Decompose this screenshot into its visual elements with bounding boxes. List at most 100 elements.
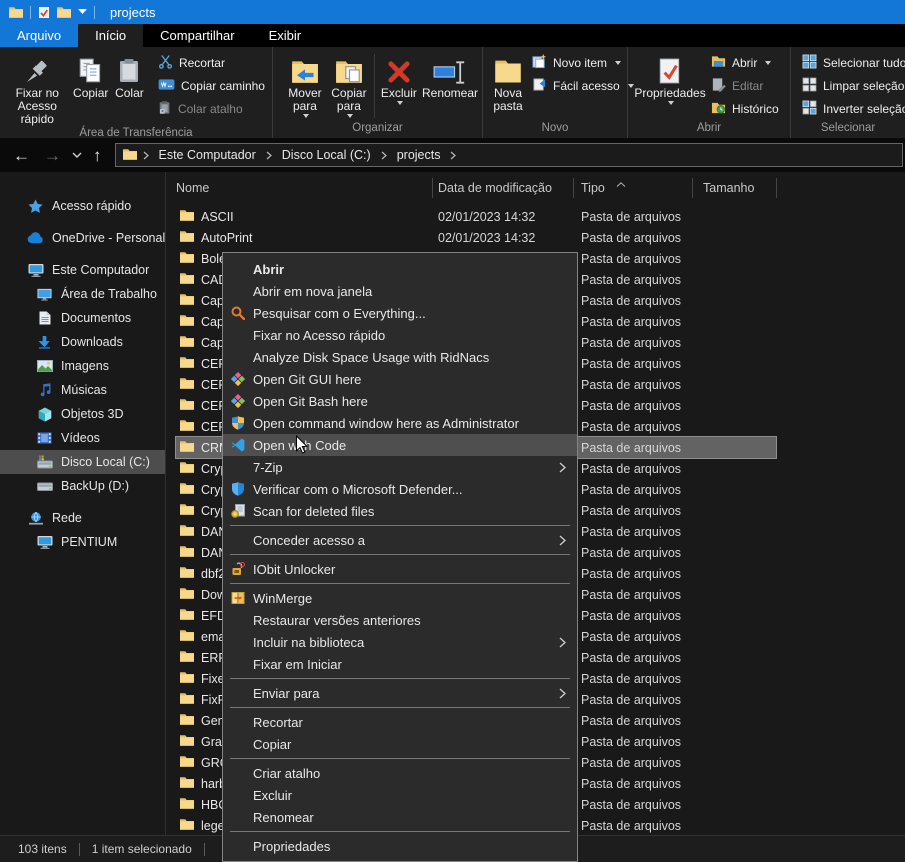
tab-compartilhar[interactable]: Compartilhar [143, 24, 251, 47]
context-menu-item[interactable]: Restaurar versões anteriores [223, 609, 577, 631]
cut-button[interactable]: Recortar [153, 51, 270, 74]
context-menu-item[interactable]: Scan for deleted files [223, 500, 577, 522]
sidebar-item[interactable]: BackUp (D:) [0, 474, 165, 498]
sidebar-item-label: BackUp (D:) [61, 479, 129, 493]
sidebar-item[interactable]: Área de Trabalho [0, 282, 165, 306]
context-menu-item[interactable]: Open Git Bash here [223, 390, 577, 412]
context-menu-item[interactable]: Analyze Disk Space Usage with RidNacs [223, 346, 577, 368]
context-menu-item[interactable]: Recortar [223, 711, 577, 733]
sidebar-item[interactable]: Vídeos [0, 426, 165, 450]
copy-to-button[interactable]: Copiar para [327, 50, 371, 119]
context-menu-item[interactable]: Excluir [223, 784, 577, 806]
file-row[interactable]: ASCII02/01/2023 14:32Pasta de arquivos [176, 206, 776, 227]
file-type: Pasta de arquivos [581, 500, 681, 521]
tab-arquivo[interactable]: Arquivo [0, 24, 78, 47]
context-menu-item[interactable]: Fixar em Iniciar [223, 653, 577, 675]
easy-access-icon [532, 77, 547, 95]
breadcrumb-chevron-icon[interactable] [448, 151, 458, 160]
invert-selection-button[interactable]: Inverter seleção [797, 97, 905, 120]
context-menu-item[interactable]: IObit Unlocker [223, 558, 577, 580]
clear-selection-button[interactable]: Limpar seleção [797, 74, 905, 97]
rename-button[interactable]: Renomear [420, 50, 480, 101]
sidebar-item[interactable]: OneDrive - Personal [0, 226, 165, 250]
sidebar-item[interactable]: Disco Local (C:) [0, 450, 165, 474]
easy-access-button[interactable]: Fácil acesso [527, 74, 639, 97]
copy-path-button[interactable]: Copiar caminho [153, 74, 270, 97]
context-menu-item[interactable]: Pesquisar com o Everything... [223, 302, 577, 324]
context-menu-item[interactable]: Conceder acesso a [223, 529, 577, 551]
breadcrumb-chevron-icon[interactable] [264, 151, 274, 160]
sidebar-item[interactable]: Músicas [0, 378, 165, 402]
move-to-icon [290, 51, 320, 87]
context-menu-item-label: Renomear [253, 810, 314, 825]
context-menu-item[interactable]: Enviar para [223, 682, 577, 704]
column-separator[interactable] [776, 178, 777, 198]
recent-locations-dropdown-icon[interactable] [68, 152, 86, 158]
context-menu-item[interactable]: Copiar [223, 733, 577, 755]
context-menu-item[interactable]: Propriedades [223, 835, 577, 857]
sidebar-item[interactable]: Este Computador [0, 258, 165, 282]
context-menu-item[interactable]: Abrir [223, 258, 577, 280]
file-row[interactable]: AutoPrint02/01/2023 14:32Pasta de arquiv… [176, 227, 776, 248]
context-menu-item[interactable]: Open command window here as Administrato… [223, 412, 577, 434]
dropdown-caret-icon [347, 114, 353, 118]
column-header-nome[interactable]: Nome [176, 181, 209, 195]
column-separator[interactable] [432, 178, 433, 198]
context-menu-item[interactable]: Open Git GUI here [223, 368, 577, 390]
up-button[interactable]: ↑ [86, 147, 109, 164]
new-item-button[interactable]: Novo item [527, 51, 639, 74]
paste-shortcut-button[interactable]: Colar atalho [153, 97, 270, 120]
sidebar-item[interactable]: Downloads [0, 330, 165, 354]
column-header-data[interactable]: Data de modificação [438, 181, 552, 195]
open-button[interactable]: Abrir [706, 51, 784, 74]
git-icon [230, 371, 246, 387]
paste-button[interactable]: Colar [111, 50, 148, 101]
address-input[interactable]: Este Computador Disco Local (C:) project… [115, 143, 904, 167]
move-to-button[interactable]: Mover para [283, 50, 327, 119]
back-button[interactable]: ← [6, 147, 37, 164]
column-separator[interactable] [573, 178, 574, 198]
tab-exibir[interactable]: Exibir [252, 24, 319, 47]
tab-inicio[interactable]: Início [78, 24, 143, 47]
delete-button[interactable]: Excluir [378, 50, 420, 106]
context-menu-item[interactable]: Abrir em nova janela [223, 280, 577, 302]
file-type: Pasta de arquivos [581, 710, 681, 731]
properties-quick-icon[interactable] [38, 6, 50, 19]
sidebar-item[interactable]: Imagens [0, 354, 165, 378]
context-menu-item[interactable]: Open with Code [223, 434, 577, 456]
column-header-tipo[interactable]: Tipo [581, 181, 605, 195]
file-type: Pasta de arquivos [581, 206, 681, 227]
select-all-button[interactable]: Selecionar tudo [797, 51, 905, 74]
edit-button[interactable]: Editar [706, 74, 784, 97]
explorer-folder-icon[interactable] [9, 6, 23, 18]
sidebar-item[interactable]: Acesso rápido [0, 194, 165, 218]
column-header-tamanho[interactable]: Tamanho [703, 181, 754, 195]
context-menu-item[interactable]: Fixar no Acesso rápido [223, 324, 577, 346]
new-folder-quick-icon[interactable] [57, 6, 71, 18]
sidebar-item[interactable]: PENTIUM [0, 530, 165, 554]
column-separator[interactable] [692, 178, 693, 198]
context-menu-item[interactable]: Renomear [223, 806, 577, 828]
context-menu-item[interactable]: 7-Zip [223, 456, 577, 478]
context-menu-item[interactable]: WinMerge [223, 587, 577, 609]
breadcrumb-segment[interactable]: projects [393, 148, 445, 162]
breadcrumb-segment[interactable]: Este Computador [155, 148, 260, 162]
dropdown-caret-icon [397, 101, 403, 105]
sidebar-item[interactable]: Rede [0, 506, 165, 530]
quick-access-toolbar-dropdown-icon[interactable] [78, 9, 87, 15]
context-menu-item-label: Restaurar versões anteriores [253, 613, 421, 628]
sidebar-item[interactable]: Documentos [0, 306, 165, 330]
history-button[interactable]: Histórico [706, 97, 784, 120]
properties-button[interactable]: Propriedades [636, 50, 704, 106]
breadcrumb-segment[interactable]: Disco Local (C:) [278, 148, 375, 162]
context-menu-item[interactable]: Verificar com o Microsoft Defender... [223, 478, 577, 500]
context-menu-item[interactable]: Incluir na biblioteca [223, 631, 577, 653]
breadcrumb-chevron-icon[interactable] [379, 151, 389, 160]
context-menu-item[interactable]: Criar atalho [223, 762, 577, 784]
pin-quick-access-button[interactable]: Fixar no Acesso rápido [4, 50, 71, 127]
forward-button[interactable]: → [37, 147, 68, 164]
sidebar-item[interactable]: Objetos 3D [0, 402, 165, 426]
copy-button[interactable]: Copiar [71, 50, 111, 101]
new-folder-button[interactable]: Nova pasta [491, 50, 525, 114]
pane-divider[interactable] [165, 172, 166, 835]
